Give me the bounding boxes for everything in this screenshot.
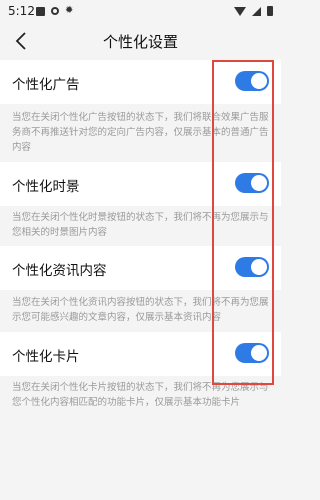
- status-icons-right: [234, 6, 273, 16]
- battery-icon: [267, 6, 273, 16]
- toggle-knob: [251, 345, 267, 361]
- signal-icon: [252, 6, 261, 16]
- toggle-knob: [251, 259, 267, 275]
- status-time: 5:12: [8, 4, 35, 18]
- wifi-icon: [234, 6, 246, 16]
- personalized-scenes-toggle[interactable]: [235, 173, 269, 193]
- brightness-icon: ✹: [65, 5, 74, 16]
- notification-square-icon: [36, 6, 45, 16]
- setting-description: 当您在关闭个性化广告按钮的状态下，我们将联合效果广告服务商不再推送针对您的定向广…: [12, 112, 269, 153]
- header: 个性化设置: [0, 22, 281, 60]
- setting-row-personalized-scenes: 个性化时景: [0, 162, 281, 206]
- setting-row-personalized-cards: 个性化卡片: [0, 332, 281, 376]
- status-icons-left: ✹: [36, 6, 73, 16]
- setting-row-personalized-news: 个性化资讯内容: [0, 246, 281, 290]
- setting-description: 当您在关闭个性化卡片按钮的状态下，我们将不再为您展示与您个性化内容相匹配的功能卡…: [12, 382, 269, 408]
- personalized-ads-toggle[interactable]: [235, 71, 269, 91]
- sync-icon: [51, 7, 59, 15]
- setting-label: 个性化卡片: [12, 349, 80, 365]
- setting-description: 当您在关闭个性化资讯内容按钮的状态下，我们将不再为您展示您可能感兴趣的文章内容，…: [12, 297, 269, 323]
- setting-description: 当您在关闭个性化时景按钮的状态下，我们将不再为您展示与您相关的时景图片内容: [12, 212, 269, 238]
- toggle-knob: [251, 175, 267, 191]
- status-bar: 5:12 ✹: [0, 0, 281, 22]
- setting-label: 个性化资讯内容: [12, 263, 107, 279]
- personalized-news-toggle[interactable]: [235, 257, 269, 277]
- page-title: 个性化设置: [102, 33, 178, 51]
- toggle-knob: [251, 73, 267, 89]
- setting-label: 个性化时景: [12, 179, 80, 195]
- setting-row-personalized-ads: 个性化广告: [0, 60, 281, 104]
- setting-label: 个性化广告: [12, 77, 80, 93]
- personalized-cards-toggle[interactable]: [235, 343, 269, 363]
